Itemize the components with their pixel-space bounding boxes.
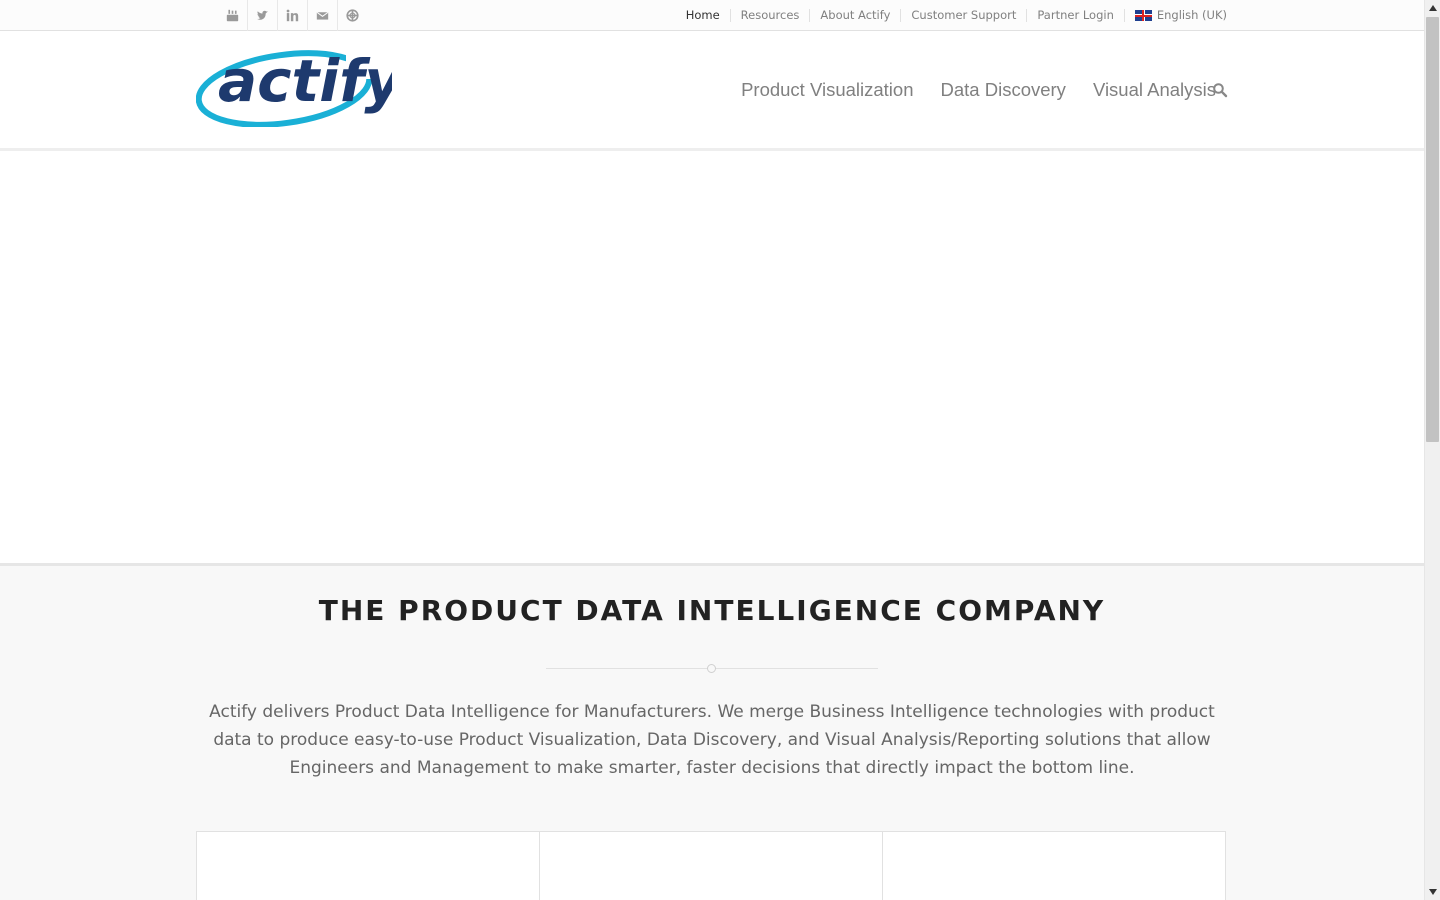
feature-box (540, 831, 883, 900)
youtube-icon[interactable] (217, 0, 247, 31)
actify-logo[interactable]: actify (195, 47, 404, 128)
svg-text:actify: actify (218, 49, 392, 115)
mail-icon[interactable] (307, 0, 337, 31)
utility-link-home[interactable]: Home (676, 9, 730, 22)
twitter-icon[interactable] (247, 0, 277, 31)
feature-boxes (196, 831, 1226, 900)
support-icon[interactable] (337, 0, 367, 31)
scrollbar[interactable] (1424, 0, 1440, 900)
nav-data-discovery[interactable]: Data Discovery (941, 79, 1066, 101)
language-selector[interactable]: English (UK) (1123, 8, 1227, 22)
main-nav: Product Visualization Data Discovery Vis… (714, 31, 1216, 149)
divider-dot-icon (707, 664, 716, 673)
utility-link-about[interactable]: About Actify (809, 9, 900, 22)
utility-link-resources[interactable]: Resources (729, 9, 810, 22)
nav-visual-analysis[interactable]: Visual Analysis (1093, 79, 1216, 101)
page-title: THE PRODUCT DATA INTELLIGENCE COMPANY (318, 594, 1106, 627)
utility-link-partner-login[interactable]: Partner Login (1026, 9, 1123, 22)
nav-product-visualization[interactable]: Product Visualization (741, 79, 913, 101)
scroll-up-arrow-icon[interactable] (1425, 0, 1440, 16)
top-bar: Home Resources About Actify Customer Sup… (0, 0, 1424, 31)
language-label: English (UK) (1156, 8, 1227, 22)
intro-paragraph: Actify delivers Product Data Intelligenc… (209, 702, 1215, 778)
linkedin-icon[interactable] (277, 0, 307, 31)
social-links (217, 0, 367, 31)
scrollbar-thumb[interactable] (1426, 17, 1439, 442)
search-icon[interactable] (1212, 82, 1228, 98)
uk-flag-icon (1134, 10, 1152, 21)
scroll-down-arrow-icon[interactable] (1425, 884, 1440, 900)
utility-nav: Home Resources About Actify Customer Sup… (676, 0, 1227, 31)
hero-slider (0, 151, 1424, 563)
utility-link-support[interactable]: Customer Support (900, 9, 1026, 22)
feature-box (883, 831, 1226, 900)
feature-box (196, 831, 540, 900)
